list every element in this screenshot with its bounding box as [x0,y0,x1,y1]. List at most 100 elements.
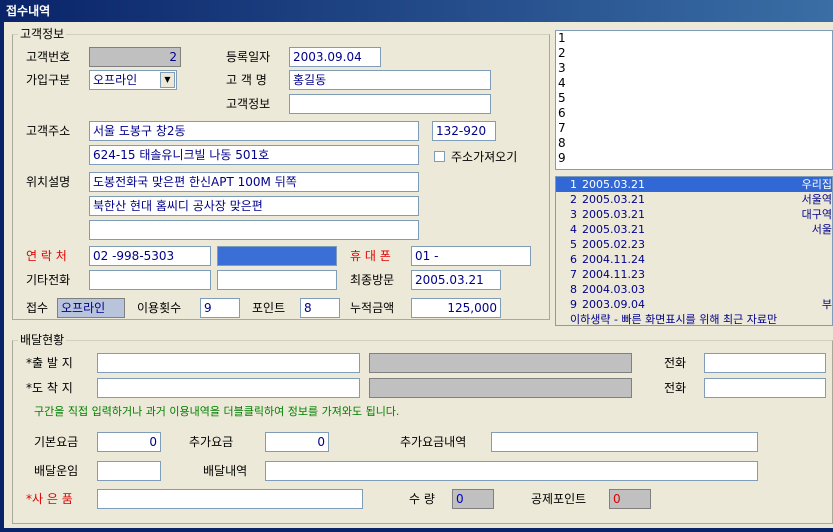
location3-field[interactable] [89,220,419,240]
history-row[interactable]: 3 2005.03.21 대구역 [556,207,832,222]
extra-fee-field[interactable]: 0 [265,432,329,452]
history-row-number: 5 [570,238,577,251]
history-row-place: 대구역 [801,208,832,221]
location-label: 위치설명 [26,175,71,189]
name-field[interactable]: 홍길동 [289,70,491,90]
mobile-label: 휴 대 폰 [350,249,391,263]
mobile-field[interactable]: 01 - [411,246,531,266]
dest-area-field[interactable] [369,378,632,398]
contact-field[interactable]: 02 -998-5303 [89,246,211,266]
history-row-date: 2005.03.21 [582,193,645,206]
customer-info-field[interactable] [289,94,491,114]
history-row[interactable]: 9 2003.09.04 부 [556,297,832,312]
history-row-number: 9 [570,298,577,311]
contact2-field[interactable] [217,246,337,266]
chevron-down-icon[interactable]: ▼ [160,72,175,88]
other-phone-label: 기타전화 [26,273,71,287]
origin-area-field[interactable] [369,353,632,373]
extra-fee-detail-label: 추가요금내역 [400,435,467,449]
customer-group-title: 고객정보 [18,27,67,41]
history-note: 이하생략 - 빠른 화면표시를 위해 최근 자료만 [570,313,778,326]
location1-field[interactable]: 도봉전화국 맞은편 한신APT 100M 뒤쪽 [89,172,419,192]
window-title: 접수내역 [0,0,833,22]
extra-fee-label: 추가요금 [189,435,234,449]
regdate-field[interactable]: 2003.09.04 [289,47,381,67]
history-row[interactable]: 6 2004.11.24 [556,252,832,267]
history-row-number: 2 [570,193,577,206]
memo-line[interactable]: 5 [556,91,832,106]
history-row-number: 7 [570,268,577,281]
history-row-number: 1 [570,178,577,191]
history-list[interactable]: 1 2005.03.21 우리집 2 2005.03.21 서울역 3 2005.03.21 대… [555,176,833,326]
deduct-point-field[interactable]: 0 [609,489,651,509]
receipt-field[interactable]: 오프라인 [57,298,125,318]
last-visit-field[interactable]: 2005.03.21 [411,270,501,290]
history-row-date: 2005.03.21 [582,223,645,236]
fetch-address-checkbox[interactable] [434,151,445,162]
memo-line[interactable]: 9 [556,151,832,166]
memo-line[interactable]: 2 [556,46,832,61]
history-row-place: 부 [821,298,832,311]
origin-field[interactable] [97,353,360,373]
history-row-date: 2005.03.21 [582,178,645,191]
memo-line[interactable]: 8 [556,136,832,151]
base-fee-field[interactable]: 0 [97,432,161,452]
delivery-hint: 구간을 직접 입력하거나 과거 이용내역을 더블클릭하여 정보를 가져와도 됩니… [34,405,400,418]
point-label: 포인트 [252,301,286,315]
history-row[interactable]: 1 2005.03.21 우리집 [556,177,832,192]
join-type-label: 가입구분 [26,73,71,87]
contact-label: 연 락 처 [26,249,67,263]
fetch-address-label[interactable]: 주소가져오기 [451,149,517,165]
other-phone-field[interactable] [89,270,211,290]
memo-line[interactable]: 7 [556,121,832,136]
history-row[interactable]: 8 2004.03.03 [556,282,832,297]
history-row[interactable]: 4 2005.03.21 서울 [556,222,832,237]
history-row[interactable]: 5 2005.02.23 [556,237,832,252]
delivery-group-title: 배달현황 [18,333,67,347]
zip-field[interactable]: 132-920 [432,121,496,141]
point-field[interactable]: 8 [300,298,340,318]
delivery-detail-label: 배달내역 [203,464,248,478]
memo-line[interactable]: 4 [556,76,832,91]
dest-field[interactable] [97,378,360,398]
memo-line[interactable]: 6 [556,106,832,121]
customer-info-label: 고객정보 [226,97,271,111]
memo-listbox[interactable]: 123456789 [555,30,833,170]
history-row-date: 2005.02.23 [582,238,645,251]
gift-field[interactable] [97,489,363,509]
qty-label: 수 량 [409,492,435,506]
use-count-field[interactable]: 9 [200,298,240,318]
address-label: 고객주소 [26,124,71,138]
origin-phone-field[interactable] [704,353,826,373]
location2-field[interactable]: 북한산 현대 홈씨디 공사장 맞은편 [89,196,419,216]
gift-label: *사 은 품 [26,492,73,506]
address2-field[interactable]: 624-15 태솔유니크빌 나동 501호 [89,145,419,165]
origin-label: *출 발 지 [26,356,73,370]
history-row-date: 2004.11.24 [582,253,645,266]
dest-phone-field[interactable] [704,378,826,398]
history-row-number: 8 [570,283,577,296]
other-phone2-field[interactable] [217,270,337,290]
memo-line[interactable]: 1 [556,31,832,46]
memo-line[interactable]: 3 [556,61,832,76]
history-row-date: 2004.11.23 [582,268,645,281]
history-row[interactable]: 7 2004.11.23 [556,267,832,282]
history-row-place: 서울 [811,223,832,236]
fare-field[interactable] [97,461,161,481]
extra-fee-detail-field[interactable] [491,432,758,452]
history-row-date: 2005.03.21 [582,208,645,221]
address1-field[interactable]: 서울 도봉구 창2동 [89,121,419,141]
qty-field[interactable]: 0 [452,489,494,509]
history-row[interactable]: 2 2005.03.21 서울역 [556,192,832,207]
total-amount-field[interactable]: 125,000 [411,298,501,318]
history-row-number: 6 [570,253,577,266]
fare-label: 배달운임 [34,464,79,478]
regdate-label: 등록일자 [226,50,271,64]
delivery-detail-field[interactable] [265,461,758,481]
dest-label: *도 착 지 [26,381,73,395]
join-type-select[interactable]: 오프라인 ▼ [89,70,177,90]
history-row-number: 4 [570,223,577,236]
customer-no-field[interactable]: 2 [89,47,181,67]
customer-no-label: 고객번호 [26,50,71,64]
receipt-label: 접수 [26,301,49,315]
